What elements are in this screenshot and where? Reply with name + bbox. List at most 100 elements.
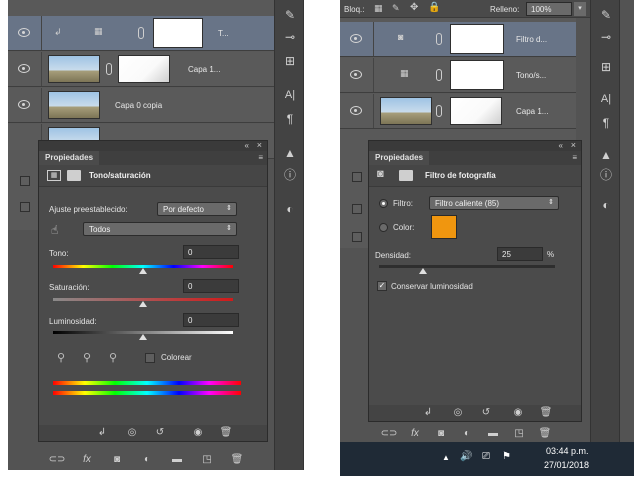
preserve-luminosity-checkbox[interactable]: ✓ bbox=[377, 281, 387, 291]
mask-icon[interactable] bbox=[67, 170, 81, 181]
reset-icon[interactable]: ↺ bbox=[477, 405, 495, 421]
saturation-input[interactable]: 0 bbox=[183, 279, 239, 293]
layer-mask-thumbnail[interactable] bbox=[153, 18, 203, 48]
layer-mask-thumbnail[interactable] bbox=[450, 24, 504, 54]
eyedropper-minus-icon[interactable]: ⚲ bbox=[109, 351, 117, 364]
layer-name[interactable]: T... bbox=[218, 29, 229, 38]
new-layer-icon[interactable]: ◳ bbox=[198, 452, 216, 468]
paragraph-icon[interactable]: ¶ bbox=[280, 110, 300, 128]
collapse-icon[interactable]: « bbox=[559, 141, 563, 150]
new-layer-icon[interactable]: ◳ bbox=[510, 426, 528, 442]
clock-date[interactable]: 27/01/2018 bbox=[544, 460, 589, 470]
new-adjustment-icon[interactable]: ◐ bbox=[458, 426, 476, 442]
delete-layer-icon[interactable]: 🗑 bbox=[536, 426, 554, 442]
character-icon[interactable]: A| bbox=[596, 90, 616, 108]
clone-source-icon[interactable]: ⊞ bbox=[596, 58, 616, 76]
visibility-toggle[interactable] bbox=[352, 172, 362, 182]
layer-name[interactable]: Capa 1... bbox=[188, 65, 220, 74]
eye-icon[interactable] bbox=[18, 64, 30, 73]
mask-icon[interactable] bbox=[399, 170, 413, 181]
tab-properties[interactable]: Propiedades bbox=[369, 151, 430, 165]
info-icon[interactable]: ⓘ bbox=[280, 166, 300, 184]
density-input[interactable]: 25 bbox=[497, 247, 543, 261]
clip-to-layer-icon[interactable]: ↲ bbox=[419, 405, 437, 421]
histogram-icon[interactable]: ▲ bbox=[280, 144, 300, 162]
view-previous-icon[interactable]: ◎ bbox=[123, 425, 141, 441]
histogram-icon[interactable]: ▲ bbox=[596, 146, 616, 164]
delete-icon[interactable]: 🗑 bbox=[217, 425, 235, 441]
eye-icon[interactable] bbox=[350, 34, 362, 43]
visibility-toggle[interactable] bbox=[352, 204, 362, 214]
link-layers-icon[interactable]: ⊂⊃ bbox=[380, 426, 398, 442]
channel-select[interactable]: Todos ⇕ bbox=[83, 222, 237, 236]
adjustments-icon[interactable]: ◐ bbox=[280, 200, 300, 218]
visibility-toggle[interactable] bbox=[20, 176, 30, 186]
eyedropper-plus-icon[interactable]: ⚲ bbox=[83, 351, 91, 364]
filter-select[interactable]: Filtro caliente (85) ⇕ bbox=[429, 196, 559, 210]
hue-input[interactable]: 0 bbox=[183, 245, 239, 259]
brush-settings-icon[interactable]: ⊸ bbox=[280, 28, 300, 46]
collapse-icon[interactable]: « bbox=[245, 141, 249, 150]
visibility-icon[interactable]: ◉ bbox=[189, 425, 207, 441]
lock-all-icon[interactable]: 🔒 bbox=[428, 2, 440, 13]
close-icon[interactable]: × bbox=[257, 140, 262, 150]
reset-icon[interactable]: ↺ bbox=[151, 425, 169, 441]
show-hidden-icons-icon[interactable]: ▲ bbox=[442, 453, 450, 462]
eye-icon[interactable] bbox=[350, 106, 362, 115]
lightness-input[interactable]: 0 bbox=[183, 313, 239, 327]
visibility-icon[interactable]: ◉ bbox=[509, 405, 527, 421]
layer-row-photo-filter[interactable]: ◙ Filtro d... bbox=[340, 22, 576, 57]
brush-icon[interactable]: ✎ bbox=[280, 6, 300, 24]
new-adjustment-icon[interactable]: ◐ bbox=[138, 452, 156, 468]
view-previous-icon[interactable]: ◎ bbox=[449, 405, 467, 421]
lock-pixels-icon[interactable]: ✎ bbox=[392, 3, 400, 14]
preset-select[interactable]: Por defecto ⇕ bbox=[157, 202, 237, 216]
layer-mask-thumbnail[interactable] bbox=[450, 60, 504, 90]
eyedropper-icon[interactable]: ⚲ bbox=[57, 351, 65, 364]
brush-icon[interactable]: ✎ bbox=[596, 6, 616, 24]
add-mask-icon[interactable]: ◙ bbox=[108, 452, 126, 468]
layer-mask-thumbnail[interactable] bbox=[118, 55, 170, 83]
clock-time[interactable]: 03:44 p.m. bbox=[546, 446, 589, 456]
add-mask-icon[interactable]: ◙ bbox=[432, 426, 450, 442]
layer-thumbnail[interactable] bbox=[380, 97, 432, 125]
adjustments-icon[interactable]: ◐ bbox=[596, 196, 616, 214]
layer-thumbnail[interactable] bbox=[48, 55, 100, 83]
lightness-slider-knob[interactable] bbox=[139, 334, 147, 340]
network-icon[interactable]: ⎚ bbox=[482, 451, 490, 462]
tab-properties[interactable]: Propiedades bbox=[39, 151, 100, 165]
layer-name[interactable]: Capa 1... bbox=[516, 107, 548, 116]
visibility-toggle[interactable] bbox=[352, 232, 362, 242]
layer-row-capa0-copia[interactable]: Capa 0 copia bbox=[8, 88, 274, 123]
eye-icon[interactable] bbox=[18, 28, 30, 37]
layer-row-hue-sat[interactable]: ↲ ▦ T... bbox=[8, 16, 274, 51]
action-center-icon[interactable]: ⚑ bbox=[502, 451, 511, 462]
lock-position-icon[interactable]: ✥ bbox=[410, 2, 418, 13]
density-slider-knob[interactable] bbox=[419, 268, 427, 274]
color-swatch[interactable] bbox=[431, 215, 457, 239]
hue-slider-knob[interactable] bbox=[139, 268, 147, 274]
lock-transparency-icon[interactable]: ▦ bbox=[374, 3, 383, 14]
brush-settings-icon[interactable]: ⊸ bbox=[596, 28, 616, 46]
new-group-icon[interactable]: ▬ bbox=[484, 426, 502, 442]
delete-layer-icon[interactable]: 🗑 bbox=[228, 452, 246, 468]
close-icon[interactable]: × bbox=[571, 140, 576, 150]
fill-input[interactable]: 100% bbox=[526, 2, 572, 16]
layer-row-hue-sat[interactable]: ▦ Tono/s... bbox=[340, 58, 576, 93]
color-radio[interactable] bbox=[379, 223, 388, 232]
paragraph-icon[interactable]: ¶ bbox=[596, 114, 616, 132]
fx-icon[interactable]: fx bbox=[406, 426, 424, 442]
layer-name[interactable]: Capa 0 copia bbox=[115, 101, 162, 110]
character-icon[interactable]: A| bbox=[280, 86, 300, 104]
volume-icon[interactable]: 🔊 bbox=[460, 451, 472, 462]
eye-icon[interactable] bbox=[350, 70, 362, 79]
density-slider-track[interactable] bbox=[379, 265, 555, 268]
link-layers-icon[interactable]: ⊂⊃ bbox=[48, 452, 66, 468]
layer-name[interactable]: Filtro d... bbox=[516, 35, 547, 44]
clip-to-layer-icon[interactable]: ↲ bbox=[93, 425, 111, 441]
layer-row-capa1[interactable]: Capa 1... bbox=[340, 94, 576, 129]
panel-menu-icon[interactable]: ≡ bbox=[258, 153, 263, 162]
fill-dropdown-icon[interactable]: ▾ bbox=[574, 2, 586, 16]
layer-name[interactable]: Tono/s... bbox=[516, 71, 546, 80]
new-group-icon[interactable]: ▬ bbox=[168, 452, 186, 468]
